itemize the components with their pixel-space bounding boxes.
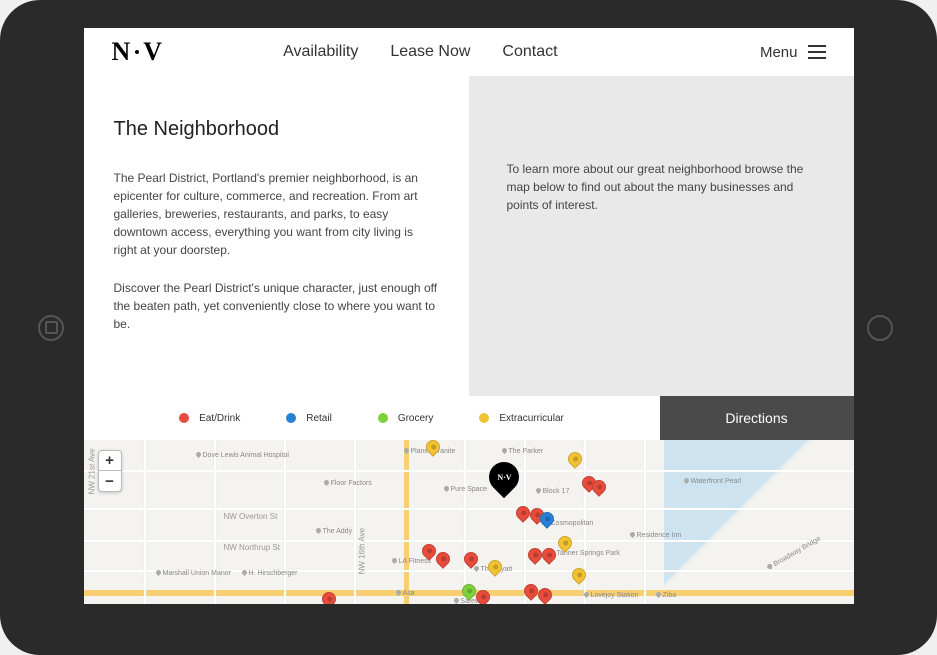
map-intro-text: To learn more about our great neighborho… [507, 160, 816, 214]
map-poi: H. Hirschberger [242, 570, 298, 577]
legend-retail[interactable]: Retail [286, 413, 332, 424]
header: N V Availability Lease Now Contact Menu [84, 28, 854, 76]
map-street [644, 440, 646, 604]
map-street [84, 508, 854, 510]
logo-v: V [143, 37, 163, 67]
app-screen: N V Availability Lease Now Contact Menu … [84, 28, 854, 604]
legend-eat-drink[interactable]: Eat/Drink [179, 413, 240, 424]
street-label: NW Northrup St [224, 543, 280, 552]
map-poi: Marshall Union Manor [156, 570, 231, 577]
map-poi: The Addy [316, 528, 353, 535]
main-nav: Availability Lease Now Contact [283, 43, 557, 61]
map-poi: The Parker [502, 448, 544, 455]
map-poi: Lovejoy Station [584, 592, 639, 599]
page-title: The Neighborhood [114, 118, 439, 141]
legend-grocery[interactable]: Grocery [378, 413, 434, 424]
map-pin-yellow[interactable] [485, 557, 505, 577]
left-column: The Neighborhood The Pearl District, Por… [84, 76, 469, 396]
device-home-button[interactable] [38, 315, 64, 341]
map-poi: LA Fitness [392, 558, 432, 565]
menu-label: Menu [760, 44, 798, 61]
map-street [284, 440, 286, 604]
map-poi: Ziba [656, 592, 677, 599]
directions-button[interactable]: Directions [660, 396, 854, 440]
intro-paragraph-2: Discover the Pearl District's unique cha… [114, 279, 439, 333]
map-poi: Pure Space [444, 486, 488, 493]
nav-contact[interactable]: Contact [502, 43, 557, 61]
map-pin-red[interactable] [539, 545, 559, 565]
blue-dot-icon [286, 413, 296, 423]
legend-bar: Eat/Drink Retail Grocery Extracurricular… [84, 396, 854, 440]
map-poi: Tanner Springs Park [550, 550, 620, 557]
map[interactable]: + − NW 21st Ave NW Overton St NW Northru… [84, 440, 854, 604]
map-street [84, 540, 854, 542]
map-street [464, 440, 466, 604]
map-poi: Block 17 [536, 488, 570, 495]
map-water [664, 440, 854, 604]
menu-button[interactable]: Menu [760, 44, 826, 61]
map-main-pin[interactable]: N·V [482, 456, 524, 498]
map-street [214, 440, 216, 604]
nav-availability[interactable]: Availability [283, 43, 358, 61]
map-street [84, 470, 854, 472]
green-dot-icon [378, 413, 388, 423]
zoom-out-button[interactable]: − [99, 471, 121, 491]
yellow-dot-icon [479, 413, 489, 423]
logo-dot-icon [135, 50, 139, 54]
hamburger-icon [808, 45, 826, 59]
map-legend: Eat/Drink Retail Grocery Extracurricular [84, 396, 660, 440]
red-dot-icon [179, 413, 189, 423]
street-label: NW Overton St [224, 512, 278, 521]
map-road [404, 440, 409, 604]
logo-n: N [112, 37, 132, 67]
map-poi: Waterfront Pearl [684, 478, 742, 485]
device-camera [867, 315, 893, 341]
map-street [354, 440, 356, 604]
zoom-in-button[interactable]: + [99, 451, 121, 471]
map-poi: Floor Factors [324, 480, 372, 487]
map-street [144, 440, 146, 604]
map-zoom-controls: + − [98, 450, 122, 492]
nav-lease-now[interactable]: Lease Now [390, 43, 470, 61]
street-label: NW 16th Ave [357, 528, 366, 575]
right-column: To learn more about our great neighborho… [469, 76, 854, 396]
map-poi: Dove Lewis Animal Hospital [196, 452, 289, 459]
logo[interactable]: N V [112, 37, 164, 67]
street-label: NW 21st Ave [87, 448, 96, 494]
tablet-frame: N V Availability Lease Now Contact Menu … [0, 0, 937, 655]
legend-extracurricular[interactable]: Extracurricular [479, 413, 563, 424]
map-pin-yellow[interactable] [565, 449, 585, 469]
intro-paragraph-1: The Pearl District, Portland's premier n… [114, 169, 439, 259]
content-area: The Neighborhood The Pearl District, Por… [84, 76, 854, 396]
map-poi: Residence Inn [630, 532, 682, 539]
map-poi: Asa [396, 590, 415, 597]
